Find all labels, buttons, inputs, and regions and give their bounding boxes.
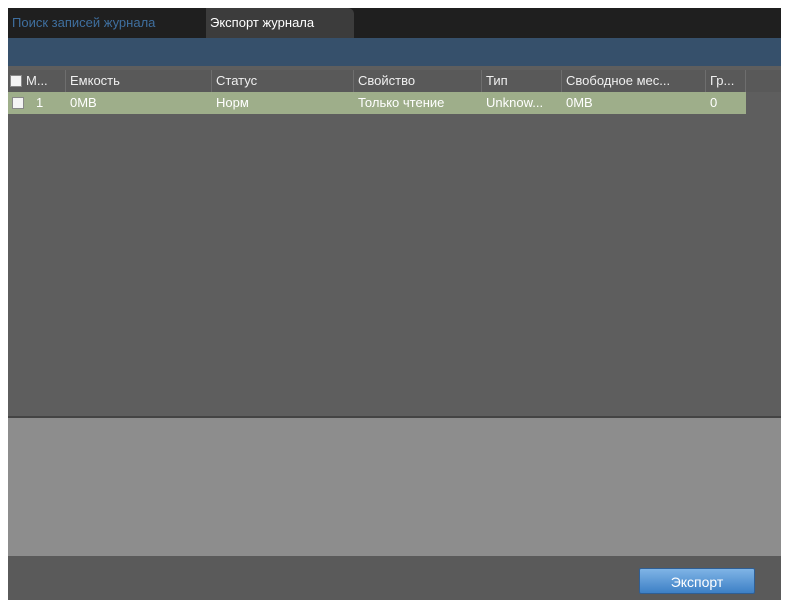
column-header-group[interactable]: Гр... bbox=[706, 70, 746, 92]
table-header: М... Емкость Статус Свойство Тип Свободн… bbox=[8, 70, 781, 92]
column-header-status[interactable]: Статус bbox=[212, 70, 354, 92]
row-type: Unknow... bbox=[486, 95, 544, 110]
tab-log-search[interactable]: Поиск записей журнала bbox=[8, 8, 206, 38]
sub-header-bar bbox=[8, 38, 781, 66]
row-group: 0 bbox=[710, 95, 718, 110]
export-button[interactable]: Экспорт bbox=[639, 568, 755, 594]
column-header-property[interactable]: Свойство bbox=[354, 70, 482, 92]
tab-log-export[interactable]: Экспорт журнала bbox=[206, 8, 354, 38]
row-status: Норм bbox=[216, 95, 249, 110]
select-all-checkbox[interactable] bbox=[10, 75, 22, 87]
table-row[interactable]: 1 0MB Норм Только чтение Unknow... 0MB 0 bbox=[8, 92, 746, 114]
row-checkbox[interactable] bbox=[12, 97, 24, 109]
column-header-free-space[interactable]: Свободное мес... bbox=[562, 70, 706, 92]
row-number-cell: 1 bbox=[8, 92, 66, 114]
row-free-space: 0MB bbox=[566, 95, 593, 110]
footer-bar: Экспорт bbox=[8, 556, 781, 600]
row-capacity: 0MB bbox=[70, 95, 97, 110]
column-header-capacity[interactable]: Емкость bbox=[66, 70, 212, 92]
details-panel bbox=[8, 418, 781, 556]
row-property: Только чтение bbox=[358, 95, 445, 110]
disk-table: М... Емкость Статус Свойство Тип Свободн… bbox=[8, 66, 781, 418]
column-header-type[interactable]: Тип bbox=[482, 70, 562, 92]
tab-bar: Поиск записей журнала Экспорт журнала bbox=[8, 8, 781, 38]
column-header-number[interactable]: М... bbox=[8, 70, 66, 92]
log-export-window: Поиск записей журнала Экспорт журнала М.… bbox=[8, 8, 781, 600]
